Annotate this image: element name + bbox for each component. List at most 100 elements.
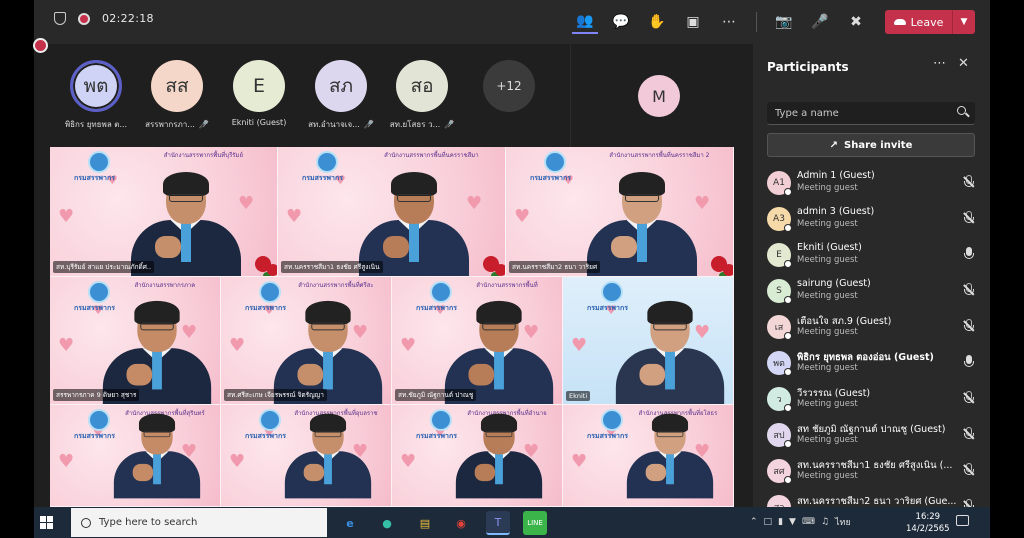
participant-search bbox=[767, 102, 975, 125]
line-icon[interactable]: LINE bbox=[523, 511, 547, 535]
avatar-tile[interactable]: สส สรรพากรภา... 🎤̸ bbox=[137, 60, 217, 131]
avatar: สศ bbox=[767, 459, 792, 484]
keyboard-icon[interactable]: ⌨ bbox=[802, 517, 815, 527]
mic-icon[interactable] bbox=[963, 355, 975, 369]
taskbar-clock[interactable]: 16:29 14/2/2565 bbox=[906, 511, 950, 535]
wifi-icon[interactable]: ▼ bbox=[789, 517, 796, 527]
more-actions-icon[interactable]: ⋯ bbox=[716, 10, 742, 34]
chevron-up-icon[interactable]: ⌃ bbox=[750, 517, 758, 527]
share-invite-button[interactable]: ↗ Share invite bbox=[767, 133, 975, 157]
logo-text: กรมสรรพากร bbox=[587, 432, 628, 440]
avatar: สป bbox=[767, 423, 792, 448]
participant-row[interactable]: S sairung (Guest) Meeting guest bbox=[753, 273, 990, 309]
avatar: พต bbox=[70, 60, 122, 112]
avatar: พต bbox=[767, 351, 792, 376]
participant-role: Meeting guest bbox=[797, 363, 858, 373]
revenue-dept-logo bbox=[88, 281, 110, 303]
windows-start-icon[interactable] bbox=[40, 516, 53, 529]
chrome-icon[interactable]: ◉ bbox=[449, 511, 473, 535]
revenue-dept-logo bbox=[430, 281, 452, 303]
leave-button[interactable]: Leave ▼ bbox=[885, 10, 975, 34]
language-indicator[interactable]: ไทย bbox=[835, 515, 851, 529]
video-tile: ♥ ♥ ♥ กรมสรรพากร สำนักงานสรรพากรพื้นที่ย… bbox=[563, 405, 733, 506]
chevron-down-icon[interactable]: ▼ bbox=[953, 17, 975, 27]
heart-decoration: ♥ bbox=[400, 450, 417, 472]
mic-off-icon[interactable] bbox=[963, 391, 975, 405]
heart-decoration: ♥ bbox=[58, 334, 75, 356]
mic-off-icon[interactable] bbox=[963, 499, 975, 507]
participant-row[interactable]: พต พิธิกร ยุทธพล ตองอ่อน (Guest) Meeting… bbox=[753, 345, 990, 381]
participant-row[interactable]: สว สท.นครราชสีมา2 ธนา วาริยศ (Gue... Mee… bbox=[753, 489, 990, 507]
share-icon: ↗ bbox=[829, 139, 839, 151]
participant-figure bbox=[586, 172, 697, 276]
participant-row[interactable]: A1 Admin 1 (Guest) Meeting guest bbox=[753, 165, 990, 201]
taskbar-search[interactable] bbox=[71, 508, 327, 537]
search-input[interactable] bbox=[767, 102, 947, 125]
search-icon[interactable] bbox=[957, 106, 970, 118]
avatar-name-row: พิธิกร ยุทธพล ต... bbox=[56, 118, 136, 131]
tile-office-name: สำนักงานสรรพากรภาค bbox=[134, 282, 196, 289]
mic-off-icon[interactable] bbox=[963, 463, 975, 477]
avatar: สว bbox=[767, 495, 791, 507]
teams-icon[interactable]: T bbox=[486, 511, 510, 535]
share-invite-label: Share invite bbox=[844, 139, 913, 151]
toolbar-divider bbox=[756, 12, 757, 32]
participants-icon[interactable]: 👥 bbox=[572, 10, 598, 34]
avatar-initials: สป bbox=[773, 431, 785, 441]
heart-decoration: ♥ bbox=[58, 450, 75, 472]
video-tile: ♥ ♥ ♥ กรมสรรพากร สำนักงานสรรพากรพื้นที่บ… bbox=[50, 147, 277, 276]
participant-row[interactable]: เส เตือนใจ สภ.9 (Guest) Meeting guest bbox=[753, 309, 990, 345]
participant-row[interactable]: ว วีรวรรณ (Guest) Meeting guest bbox=[753, 381, 990, 417]
avatar-tile[interactable]: สภ สท.อำนาจเจ... 🎤̸ bbox=[301, 60, 381, 131]
mic-off-icon[interactable] bbox=[963, 175, 975, 189]
avatar[interactable]: M bbox=[638, 75, 680, 117]
reactions-icon[interactable]: ✋ bbox=[644, 10, 670, 34]
heart-decoration: ♥ bbox=[400, 334, 417, 356]
mic-off-icon[interactable]: 🎤 bbox=[807, 10, 833, 34]
revenue-dept-logo bbox=[544, 151, 566, 173]
rooms-icon[interactable]: ▣ bbox=[680, 10, 706, 34]
mic-off-icon[interactable] bbox=[963, 211, 975, 225]
network-icon[interactable]: □ bbox=[764, 517, 773, 527]
more-options-icon[interactable]: ⋯ bbox=[933, 56, 946, 71]
mic-off-icon[interactable] bbox=[963, 319, 975, 333]
rose-decoration bbox=[483, 256, 499, 272]
mic-off-icon[interactable] bbox=[963, 427, 975, 441]
volume-icon[interactable]: ♫ bbox=[821, 517, 829, 527]
heart-decoration: ♥ bbox=[58, 205, 75, 227]
chat-icon[interactable]: 💬 bbox=[608, 10, 634, 34]
participant-row[interactable]: E Ekniti (Guest) Meeting guest bbox=[753, 237, 990, 273]
camera-off-icon[interactable]: 📷 bbox=[771, 10, 797, 34]
close-icon[interactable]: ✕ bbox=[958, 56, 969, 71]
heart-decoration: ♥ bbox=[286, 205, 303, 227]
participant-name: sairung (Guest) bbox=[797, 278, 871, 289]
avatar-tile[interactable]: สอ สท.ยโสธร ว... 🎤̸ bbox=[382, 60, 462, 131]
avatar: ว bbox=[767, 387, 792, 412]
notification-icon[interactable] bbox=[956, 515, 969, 526]
participant-role: Meeting guest bbox=[797, 183, 858, 193]
share-screen-icon[interactable]: ✖ bbox=[843, 10, 869, 34]
more-participants[interactable]: +12 bbox=[469, 60, 549, 112]
video-caption: สท.นครราชสีมา1 ธงชัย ศรีสูงเนิน bbox=[281, 261, 383, 273]
participant-row[interactable]: สป สท ชัยภูมิ ณัฐกานต์ ปาณชู (Guest) Mee… bbox=[753, 417, 990, 453]
taskbar-search-input[interactable] bbox=[99, 517, 319, 528]
windows-taskbar: e ● ▤ ◉ T LINE ⌃ □ ▮ ▼ ⌨ ♫ ไทย 16:29 14/… bbox=[34, 507, 990, 538]
mic-off-icon[interactable] bbox=[963, 283, 975, 297]
revenue-dept-logo bbox=[88, 151, 110, 173]
avatar-tile[interactable]: E Ekniti (Guest) bbox=[219, 60, 299, 127]
avatar: A3 bbox=[767, 207, 792, 232]
avatar-tile[interactable]: พต พิธิกร ยุทธพล ต... bbox=[56, 60, 136, 131]
meeting-timer: 02:22:18 bbox=[102, 12, 154, 25]
shield-icon[interactable] bbox=[54, 12, 66, 25]
file-explorer-icon[interactable]: ▤ bbox=[413, 511, 437, 535]
participant-row[interactable]: สศ สท.นครราชสีมา1 ธงชัย ศรีสูงเนิน (... … bbox=[753, 453, 990, 489]
mic-icon[interactable] bbox=[963, 247, 975, 261]
ie-icon[interactable]: e bbox=[338, 511, 362, 535]
battery-icon[interactable]: ▮ bbox=[778, 517, 783, 527]
participant-row[interactable]: A3 admin 3 (Guest) Meeting guest bbox=[753, 201, 990, 237]
avatar-name-row: Ekniti (Guest) bbox=[219, 118, 299, 127]
edge-icon[interactable]: ● bbox=[375, 511, 399, 535]
video-tile: ♥ ♥ ♥ กรมสรรพากร สำนักงานสรรพากรพื้นที่น… bbox=[278, 147, 505, 276]
participant-role: Meeting guest bbox=[797, 255, 858, 265]
avatar: สอ bbox=[396, 60, 448, 112]
